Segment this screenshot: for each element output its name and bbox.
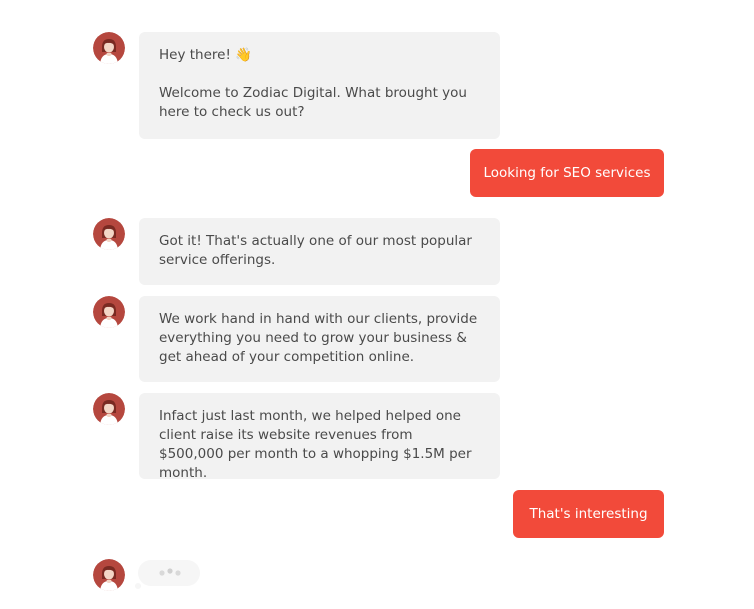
bot-avatar-icon: [93, 393, 125, 425]
bot-message-text: Got it! That's actually one of our most …: [159, 233, 472, 268]
bot-avatar-icon: [93, 218, 125, 250]
user-message-seo: Looking for SEO services: [470, 149, 664, 197]
bot-message-greeting-line1: Hey there! 👋: [159, 47, 252, 63]
user-message-interesting: That's interesting: [513, 490, 664, 538]
bot-avatar-icon: [93, 559, 125, 591]
bot-message-greeting-line2: Welcome to Zodiac Digital. What brought …: [159, 85, 467, 120]
bot-message-results: Infact just last month, we helped helped…: [139, 393, 500, 481]
bot-avatar-icon: [93, 296, 125, 328]
bot-message-greeting: Hey there! 👋 Welcome to Zodiac Digital. …: [139, 32, 500, 139]
typing-indicator-icon: [134, 559, 200, 589]
bot-message-text: We work hand in hand with our clients, p…: [159, 311, 478, 365]
bot-avatar-icon: [93, 32, 125, 64]
bot-message-text: Infact just last month, we helped helped…: [159, 408, 472, 481]
bot-message-work: We work hand in hand with our clients, p…: [139, 296, 500, 382]
bot-message-got-it: Got it! That's actually one of our most …: [139, 218, 500, 285]
